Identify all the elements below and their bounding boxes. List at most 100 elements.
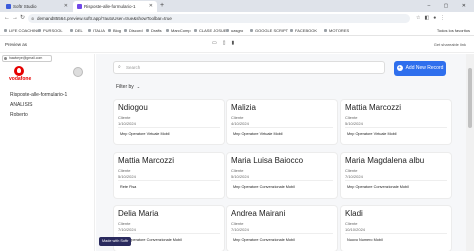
made-with-softr-badge[interactable]: Made with Softr — [99, 237, 132, 246]
card-date: 1/10/2024 — [118, 121, 136, 126]
card-divider — [118, 233, 220, 234]
bookmark-item[interactable]: PURSOOL — [38, 25, 63, 35]
record-card[interactable]: Mattia Marcozzi Cliente 5/10/2024 Mnp Op… — [341, 100, 451, 144]
browser-tab-active[interactable]: Risposte-alle-formulario-1 ✕ — [73, 1, 157, 12]
tablet-icon[interactable]: ▯ — [223, 40, 226, 46]
card-role: Cliente — [118, 221, 131, 226]
back-arrow-icon[interactable]: ← — [4, 12, 10, 25]
card-tag: Mnp Operatore Convenzionale Mobil — [231, 235, 297, 245]
extensions-area: ☆ ◧ ● ⋮ — [416, 14, 472, 23]
search-icon: ⌕ — [118, 64, 121, 70]
browser-tab-strip: Softr Studio ✕ Risposte-alle-formulario-… — [0, 0, 474, 12]
reload-icon[interactable]: ↻ — [20, 12, 25, 25]
tab-title: Risposte-alle-formulario-1 — [84, 4, 136, 9]
bookmark-item[interactable]: MarcComp — [166, 25, 191, 35]
user-selector[interactable]: hawkeye@gmail.com — [2, 55, 52, 62]
desktop-icon[interactable]: ▭ — [212, 40, 217, 46]
site-info-icon[interactable]: ⊜ — [31, 14, 34, 23]
card-role: Cliente — [345, 168, 358, 173]
record-card[interactable]: Malizia Cliente 4/10/2024 Mnp Operatore … — [227, 100, 337, 144]
record-card[interactable]: Maria Luisa Baiocco Cliente 5/10/2024 Mn… — [227, 153, 337, 198]
record-card[interactable]: Ndiogou Cliente 1/10/2024 Mnp Operatore … — [114, 100, 224, 144]
card-name: Andrea Mairani — [231, 209, 286, 218]
browser-tab-softr-studio[interactable]: Softr Studio ✕ — [2, 1, 72, 12]
card-role: Cliente — [231, 168, 244, 173]
avatar[interactable] — [73, 67, 83, 77]
card-date: 7/10/2024 — [345, 174, 363, 179]
chevron-down-icon: ⌄ — [136, 84, 141, 89]
device-switcher: ▭ ▯ ▮ — [212, 40, 240, 46]
bookmark-item[interactable]: DEL — [70, 25, 83, 35]
bookmark-item[interactable]: LIFE COACHING — [4, 25, 40, 35]
card-date: 7/10/2024 — [231, 227, 249, 232]
all-bookmarks[interactable]: Todos los favoritos — [437, 25, 470, 35]
add-record-button[interactable]: + Add New Record — [394, 61, 446, 76]
sidebar-item-analisis[interactable]: ANALISIS — [10, 102, 33, 108]
extension-icon[interactable]: ◧ — [424, 15, 429, 21]
record-card[interactable]: Mattia Marcozzi Cliente 5/10/2024 Rete F… — [114, 153, 224, 198]
bookmark-item[interactable]: MOTORES — [324, 25, 349, 35]
bookmark-item[interactable]: Discord — [124, 25, 143, 35]
tab-title: Softr Studio — [13, 4, 37, 9]
preview-as-label: Preview as — [5, 42, 28, 47]
card-date: 5/10/2024 — [118, 174, 136, 179]
bookmark-item[interactable]: ITALIA — [88, 25, 105, 35]
window-controls[interactable]: – ▢ ✕ — [428, 0, 472, 12]
card-tag: Mnp Operatore Virtuale Mobil — [231, 129, 285, 139]
card-name: Maria Magdalena albu — [345, 156, 425, 165]
page-favicon-icon — [77, 4, 82, 9]
bookmark-item[interactable]: Drafts — [146, 25, 162, 35]
star-icon[interactable]: ☆ — [416, 15, 420, 21]
bookmark-item[interactable]: CLASE JOSUE — [194, 25, 227, 35]
card-tag: Mnp Operatore Virtuale Mobil — [118, 129, 172, 139]
card-divider — [345, 233, 447, 234]
scrollbar[interactable] — [466, 54, 474, 251]
close-icon[interactable]: ✕ — [64, 1, 68, 12]
bookmark-item[interactable]: FACEBOOK — [290, 25, 317, 35]
add-record-label: Add New Record — [405, 65, 444, 71]
card-name: Delia Maria — [118, 209, 159, 218]
main-content: ⌕ Search + Add New Record Filter by ⌄ Ndio… — [96, 54, 466, 251]
profile-icon[interactable]: ● — [433, 15, 436, 21]
card-role: Cliente — [345, 115, 358, 120]
menu-icon[interactable]: ⋮ — [440, 15, 445, 21]
card-role: Cliente — [118, 168, 131, 173]
vodafone-logo-icon — [14, 66, 24, 76]
card-tag: Nuovo Numero Mobil — [345, 235, 385, 245]
record-card[interactable]: Kladi Cliente 10/10/2024 Nuovo Numero Mo… — [341, 206, 451, 251]
card-name: Maria Luisa Baiocco — [231, 156, 304, 165]
sidebar-item-roberto[interactable]: Roberto — [10, 112, 28, 118]
card-role: Cliente — [231, 221, 244, 226]
card-name: Malizia — [231, 103, 256, 112]
plus-icon: + — [396, 64, 403, 71]
record-card[interactable]: Maria Magdalena albu Cliente 7/10/2024 M… — [341, 153, 451, 198]
card-divider — [231, 127, 333, 128]
filter-dropdown[interactable]: Filter by ⌄ — [116, 84, 140, 90]
shareable-link-button[interactable]: Get shareable link — [434, 37, 466, 53]
bookmark-item[interactable]: Blog — [108, 25, 121, 35]
url-input[interactable]: ⊜ demand85564.preview.softr.app/?autoUse… — [28, 14, 410, 23]
card-role: Cliente — [345, 221, 358, 226]
card-name: Kladi — [345, 209, 363, 218]
bookmark-item[interactable]: uasgro — [226, 25, 243, 35]
card-name: Ndiogou — [118, 103, 148, 112]
card-name: Mattia Marcozzi — [118, 156, 175, 165]
search-placeholder: Search — [126, 65, 141, 70]
mobile-icon[interactable]: ▮ — [232, 40, 235, 46]
card-role: Cliente — [118, 115, 131, 120]
search-input[interactable]: ⌕ Search — [113, 61, 385, 74]
url-text: demand85564.preview.softr.app/?autoUser=… — [37, 16, 172, 21]
close-icon[interactable]: ✕ — [149, 1, 153, 12]
bookmark-item[interactable]: GOOGLE SCRIPT — [250, 25, 288, 35]
sidebar-item-risposte[interactable]: Risposte-alle-formulario-1 — [10, 92, 67, 98]
new-tab-plus-icon[interactable]: + — [160, 0, 164, 12]
forward-arrow-icon[interactable]: → — [12, 12, 18, 25]
softr-favicon-icon — [6, 4, 11, 9]
record-card[interactable]: Andrea Mairani Cliente 7/10/2024 Mnp Ope… — [227, 206, 337, 251]
scrollbar-thumb[interactable] — [468, 68, 472, 128]
card-date: 4/10/2024 — [231, 121, 249, 126]
card-date: 5/10/2024 — [231, 174, 249, 179]
card-divider — [345, 127, 447, 128]
card-tag: Mnp Operatore Virtuale Mobil — [345, 129, 399, 139]
brand-name: vodafone — [9, 76, 32, 82]
